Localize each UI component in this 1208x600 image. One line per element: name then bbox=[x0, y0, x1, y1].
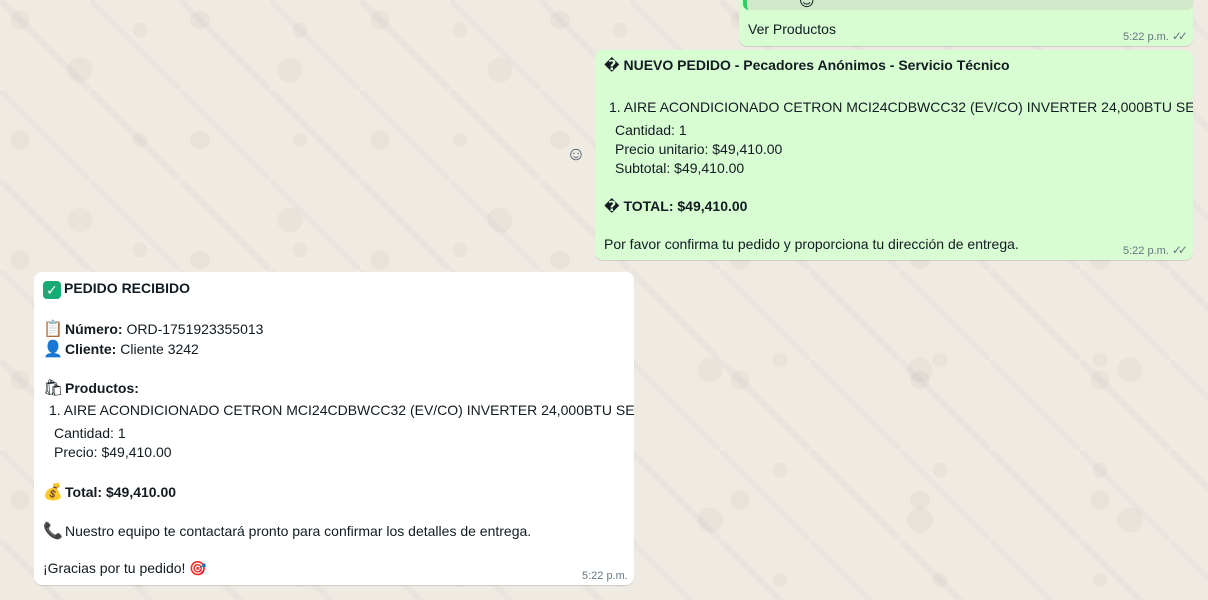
order-quantity: Cantidad: 1 bbox=[615, 122, 687, 138]
double-check-icon: ✓✓ bbox=[1171, 243, 1188, 257]
order-total: � TOTAL: $49,410.00 bbox=[604, 198, 748, 214]
message-timestamp: 5:22 p.m. ✓✓ bbox=[1123, 243, 1188, 257]
outgoing-message-ver-productos[interactable]: 😊 Ver Productos 5:22 p.m. ✓✓ bbox=[739, 0, 1193, 46]
incoming-message-order-received[interactable]: ✓ PEDIDO RECIBIDO 📋 Número: ORD-1751923355… bbox=[34, 272, 634, 585]
outgoing-message-new-order[interactable]: � NUEVO PEDIDO - Pecadores Anónimos - Se… bbox=[595, 50, 1193, 260]
clipboard-icon: 📋 bbox=[43, 321, 63, 338]
received-price: Precio: $49,410.00 bbox=[54, 444, 172, 460]
received-total-row: 💰 Total: $49,410.00 bbox=[43, 482, 176, 502]
products-row: 🛍 Productos: bbox=[43, 378, 139, 398]
order-number-value: ORD-1751923355013 bbox=[122, 321, 264, 337]
money-bag-icon: 💰 bbox=[43, 484, 63, 501]
order-title: � NUEVO PEDIDO - Pecadores Anónimos - Se… bbox=[604, 57, 1010, 73]
message-timestamp: 5:22 p.m. bbox=[582, 570, 628, 582]
products-label: Productos: bbox=[65, 380, 139, 396]
order-number-label: Número: bbox=[65, 321, 123, 337]
quoted-message-preview[interactable]: 😊 bbox=[743, 0, 1193, 10]
shopping-bag-icon: 🛍 bbox=[43, 380, 64, 397]
order-confirmation: Por favor confirma tu pedido y proporcio… bbox=[604, 236, 1019, 252]
phone-icon: 📞 bbox=[43, 523, 63, 540]
order-number-row: 📋 Número: ORD-1751923355013 bbox=[43, 319, 263, 339]
order-unit-price: Precio unitario: $49,410.00 bbox=[615, 141, 783, 157]
contact-text: Nuestro equipo te contactará pronto para… bbox=[65, 523, 532, 539]
smiley-icon[interactable]: ☺ bbox=[566, 144, 586, 165]
quoted-emoji-icon: 😊 bbox=[799, 0, 815, 10]
message-timestamp: 5:22 p.m. ✓✓ bbox=[1123, 29, 1188, 43]
received-item-line: 1. AIRE ACONDICIONADO CETRON MCI24CDBWCC… bbox=[49, 402, 634, 418]
received-title: PEDIDO RECIBIDO bbox=[64, 280, 191, 296]
client-label: Cliente: bbox=[65, 341, 117, 357]
double-check-icon: ✓✓ bbox=[1171, 29, 1188, 43]
received-title-row: ✓ PEDIDO RECIBIDO bbox=[43, 280, 190, 299]
received-total: Total: $49,410.00 bbox=[65, 484, 177, 500]
person-icon: 👤 bbox=[43, 341, 63, 358]
received-quantity: Cantidad: 1 bbox=[54, 425, 126, 441]
thanks-row: ¡Gracias por tu pedido! 🎯 bbox=[43, 560, 207, 577]
contact-row: 📞 Nuestro equipo te contactará pronto par… bbox=[43, 521, 531, 541]
order-item-line: 1. AIRE ACONDICIONADO CETRON MCI24CDBWCC… bbox=[609, 99, 1193, 115]
client-row: 👤 Cliente: Cliente 3242 bbox=[43, 339, 199, 359]
target-icon: 🎯 bbox=[189, 560, 207, 576]
check-icon: ✓ bbox=[43, 281, 61, 299]
message-text: Ver Productos bbox=[748, 21, 836, 37]
client-value: Cliente 3242 bbox=[116, 341, 199, 357]
thanks-text: ¡Gracias por tu pedido! bbox=[43, 560, 186, 576]
order-subtotal: Subtotal: $49,410.00 bbox=[615, 160, 745, 176]
